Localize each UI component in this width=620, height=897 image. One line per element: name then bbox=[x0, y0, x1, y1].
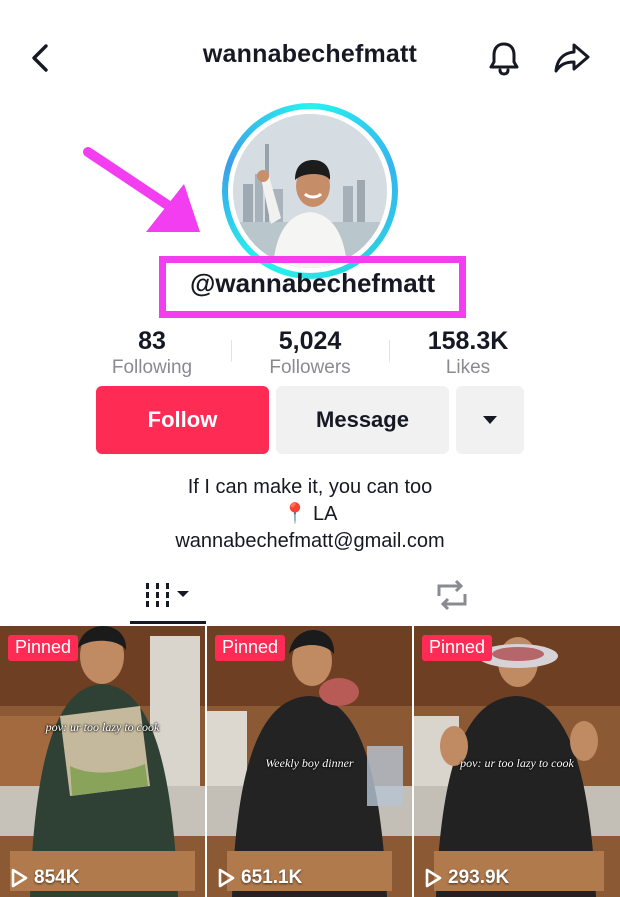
bell-icon bbox=[489, 42, 519, 76]
message-button[interactable]: Message bbox=[276, 386, 449, 454]
likes-label: Likes bbox=[445, 357, 491, 378]
active-tab-indicator bbox=[130, 621, 206, 624]
video-grid: Pinned pov: ur too lazy to cook 854K Pin… bbox=[0, 626, 620, 897]
tab-reposts[interactable] bbox=[412, 568, 492, 622]
username: @wannabechefmatt bbox=[190, 268, 435, 298]
video-caption: pov: ur too lazy to cook bbox=[45, 720, 160, 734]
play-icon bbox=[425, 868, 442, 888]
view-count: 651.1K bbox=[217, 867, 302, 889]
profile-header: wannabechefmatt bbox=[0, 0, 620, 120]
video-tile[interactable]: Pinned pov: ur too lazy to cook 293.9K bbox=[414, 626, 620, 897]
view-count: 854K bbox=[10, 867, 79, 889]
share-icon bbox=[554, 43, 590, 73]
bio-email[interactable]: wannabechefmatt@gmail.com bbox=[0, 528, 620, 555]
stat-followers[interactable]: 5,024 Followers bbox=[252, 326, 368, 380]
pinned-badge: Pinned bbox=[422, 635, 493, 661]
avatar-story-ring[interactable] bbox=[222, 103, 398, 279]
annotation-arrow bbox=[83, 147, 200, 232]
username-highlight-box: @wannabechefmatt bbox=[159, 256, 466, 318]
grid-lines-icon bbox=[146, 583, 189, 607]
stat-following[interactable]: 83 Following bbox=[96, 326, 208, 380]
bio-location: 📍 LA bbox=[282, 503, 338, 525]
stat-divider bbox=[231, 340, 232, 362]
page-title: wannabechefmatt bbox=[202, 40, 418, 68]
view-count: 293.9K bbox=[424, 867, 509, 889]
bio: If I can make it, you can too 📍 LA wanna… bbox=[0, 474, 620, 555]
avatar bbox=[233, 114, 387, 268]
video-caption: pov: ur too lazy to cook bbox=[460, 756, 574, 770]
pinned-badge: Pinned bbox=[8, 635, 79, 661]
video-thumbnail bbox=[0, 626, 205, 897]
bio-text: If I can make it, you can too bbox=[187, 476, 433, 498]
video-tile[interactable]: Pinned Weekly boy dinner 651.1K bbox=[207, 626, 412, 897]
video-tile[interactable]: Pinned pov: ur too lazy to cook 854K bbox=[0, 626, 205, 897]
likes-count: 158.3K bbox=[427, 327, 509, 355]
notification-button[interactable] bbox=[484, 38, 524, 78]
stat-divider bbox=[389, 340, 390, 362]
profile-tabs bbox=[0, 568, 620, 624]
location-pin-icon: 📍 bbox=[282, 503, 308, 525]
play-icon bbox=[218, 868, 235, 888]
pinned-badge: Pinned bbox=[215, 635, 286, 661]
caret-down-icon bbox=[483, 416, 497, 424]
stat-likes[interactable]: 158.3K Likes bbox=[410, 326, 526, 380]
followers-count: 5,024 bbox=[278, 327, 342, 355]
play-icon bbox=[11, 868, 28, 888]
followers-label: Followers bbox=[269, 357, 351, 378]
repost-icon bbox=[437, 579, 467, 611]
share-button[interactable] bbox=[550, 38, 594, 78]
tab-videos[interactable] bbox=[130, 568, 206, 622]
following-label: Following bbox=[111, 357, 193, 378]
profile-stats: 83 Following 5,024 Followers 158.3K Like… bbox=[0, 326, 620, 382]
following-count: 83 bbox=[138, 327, 166, 355]
video-caption: Weekly boy dinner bbox=[265, 756, 354, 770]
follow-button[interactable]: Follow bbox=[96, 386, 269, 454]
suggested-accounts-button[interactable] bbox=[456, 386, 524, 454]
